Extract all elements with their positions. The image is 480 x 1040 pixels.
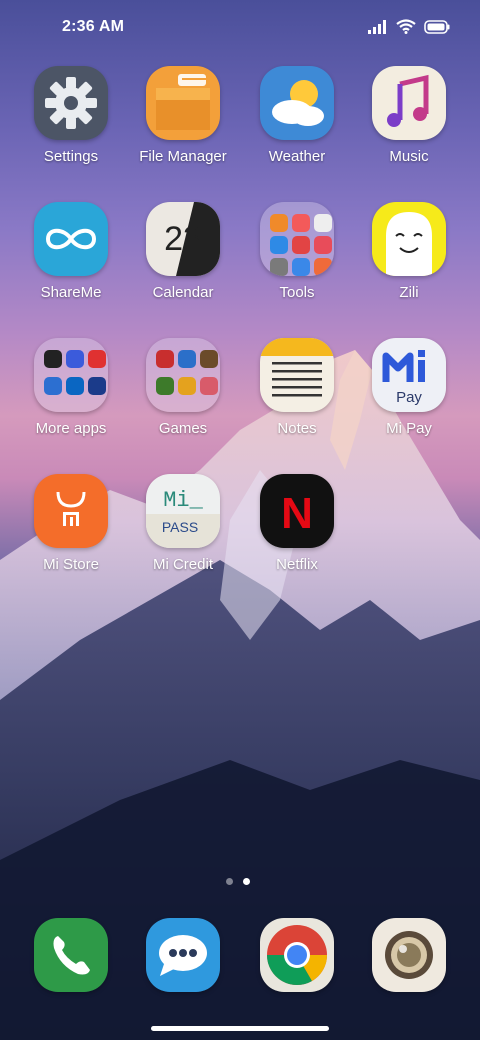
mi-pay-icon: Pay (372, 338, 446, 412)
app-label: Tools (279, 284, 315, 301)
messages-icon (146, 918, 220, 992)
status-bar: 2:36 AM (0, 0, 480, 56)
app-label: Notes (277, 420, 317, 437)
app-label: Mi Credit (152, 556, 213, 573)
wifi-icon (396, 19, 416, 34)
app-label: Games (158, 420, 208, 437)
app-notes[interactable]: Notes (242, 338, 352, 437)
app-calendar[interactable]: 23 Calendar (128, 202, 238, 301)
app-label: More apps (35, 420, 107, 437)
app-label: Mi Pay (386, 420, 432, 437)
camera-icon (372, 918, 446, 992)
app-zili[interactable]: Zili (354, 202, 464, 301)
app-label: Weather (268, 148, 326, 165)
ghost-face-icon (372, 202, 446, 276)
notepad-icon (260, 338, 334, 412)
home-indicator[interactable] (151, 1026, 329, 1031)
app-label: Calendar (152, 284, 214, 301)
apps-folder-icon (34, 338, 108, 412)
app-mi-pay[interactable]: Pay Mi Pay (354, 338, 464, 437)
app-mi-store[interactable]: Mi Store (16, 474, 126, 573)
folder-more-apps[interactable]: More apps (16, 338, 126, 437)
music-note-icon (372, 66, 446, 140)
mi-credit-logo-top: Mi_ (163, 488, 203, 513)
page-dot[interactable] (226, 878, 233, 885)
page-indicator (226, 878, 250, 885)
app-label: ShareMe (40, 284, 102, 301)
dock-chrome[interactable] (242, 918, 352, 992)
status-icons (368, 19, 450, 34)
games-folder-icon (146, 338, 220, 412)
app-weather[interactable]: Weather (242, 66, 352, 165)
app-label: Mi Store (43, 556, 99, 573)
tools-folder-icon (260, 202, 334, 276)
mi-credit-icon: Mi_ PASS (146, 474, 220, 548)
mi-credit-logo-bottom: PASS (162, 519, 198, 535)
app-shareme[interactable]: ShareMe (16, 202, 126, 301)
app-mi-credit[interactable]: Mi_ PASS Mi Credit (128, 474, 238, 573)
dock-camera[interactable] (354, 918, 464, 992)
calendar-icon: 23 (146, 202, 220, 276)
app-label: Zili (399, 284, 419, 301)
calendar-date: 23 (164, 220, 202, 258)
chrome-icon (260, 918, 334, 992)
app-label: Music (389, 148, 429, 165)
status-time: 2:36 AM (62, 18, 125, 35)
battery-icon (424, 19, 450, 34)
folder-tools[interactable]: Tools (242, 202, 352, 301)
gear-icon (34, 66, 108, 140)
cloud-sun-icon (260, 66, 334, 140)
app-label: Settings (43, 148, 99, 165)
app-label: Netflix (276, 556, 318, 573)
folder-icon (146, 66, 220, 140)
app-netflix[interactable]: N Netflix (242, 474, 352, 573)
app-music[interactable]: Music (354, 66, 464, 165)
folder-games[interactable]: Games (128, 338, 238, 437)
app-label: File Manager (139, 148, 227, 165)
page-dot-active[interactable] (243, 878, 250, 885)
mi-store-bag-icon (34, 474, 108, 548)
infinity-icon (34, 202, 108, 276)
netflix-logo-text: N (281, 489, 313, 538)
app-settings[interactable]: Settings (16, 66, 126, 165)
dock-messages[interactable] (128, 918, 238, 992)
app-file-manager[interactable]: File Manager (128, 66, 238, 165)
phone-icon (34, 918, 108, 992)
mi-pay-logo-text: Pay (396, 389, 422, 406)
dock-phone[interactable] (16, 918, 126, 992)
signal-icon (368, 19, 386, 34)
netflix-icon: N (260, 474, 334, 548)
